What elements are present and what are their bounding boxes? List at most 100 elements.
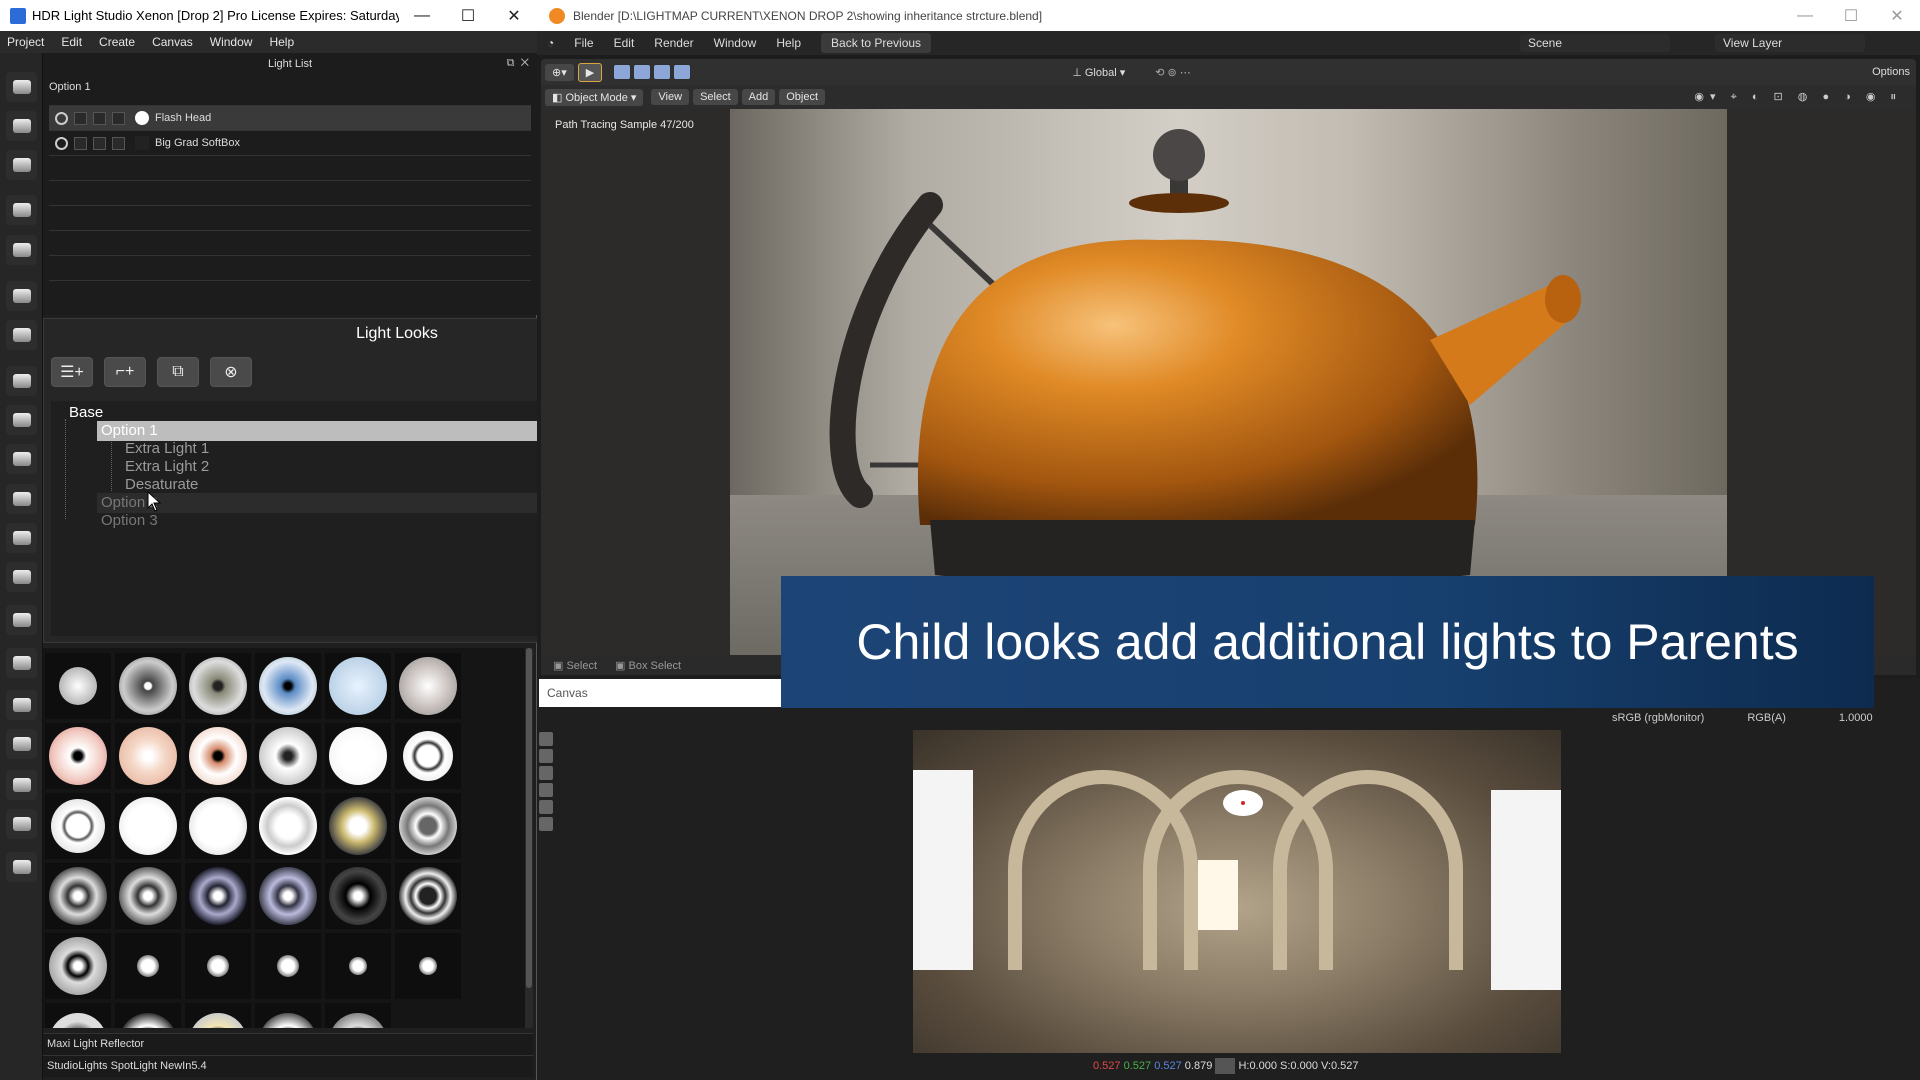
menu-file[interactable]: File	[564, 36, 603, 50]
menu-project[interactable]: Project	[0, 35, 54, 49]
solo-checkbox[interactable]	[74, 111, 87, 125]
light-spot-handle[interactable]	[1223, 790, 1263, 816]
hdri-canvas-image[interactable]	[913, 730, 1561, 1053]
menu-edit[interactable]: Edit	[54, 35, 92, 49]
preset-thumbnail[interactable]	[395, 793, 461, 859]
preset-thumbnail[interactable]	[255, 933, 321, 999]
menu-help[interactable]: Help	[766, 36, 811, 50]
preset-thumbnail[interactable]	[325, 1003, 391, 1028]
visibility-icon[interactable]	[55, 111, 68, 125]
hdr-icon[interactable]	[6, 770, 37, 800]
preset-thumbnail[interactable]	[395, 653, 461, 719]
close-icon[interactable]: ✕	[491, 0, 537, 31]
tree-node-option3[interactable]: Option 3	[97, 511, 158, 531]
maximize-icon[interactable]: ☐	[445, 0, 491, 31]
panel-controls[interactable]: ⧉ ✕	[507, 57, 529, 70]
preset-thumbnail[interactable]	[115, 863, 181, 929]
preset-thumbnail[interactable]	[325, 793, 391, 859]
select-mode-icon[interactable]	[654, 65, 671, 79]
preset-thumbnail[interactable]	[255, 723, 321, 789]
channels-dropdown[interactable]: RGB(A)	[1747, 712, 1786, 724]
preset-thumbnail[interactable]	[255, 863, 321, 929]
editor-type-button[interactable]: ⊕▾	[545, 63, 574, 81]
strip-icon[interactable]	[6, 444, 37, 474]
brush-icon[interactable]	[6, 690, 37, 720]
shading-mode-icons[interactable]: ◉▾ ⌖ ◐ ⊡ ◍ ● ◑ ◉ ⏸	[1694, 90, 1902, 104]
preset-thumbnail[interactable]	[45, 933, 111, 999]
delete-look-button[interactable]: ⊗	[210, 357, 252, 387]
view-menu[interactable]: View	[651, 89, 690, 105]
pointer-icon[interactable]	[6, 729, 37, 759]
paint-icon[interactable]	[6, 281, 37, 311]
menu-canvas[interactable]: Canvas	[145, 35, 203, 49]
rim-light-icon[interactable]	[6, 195, 37, 225]
add-child-look-button[interactable]: ⌐+	[104, 357, 146, 387]
preset-thumbnail[interactable]	[185, 1003, 251, 1028]
3d-viewport[interactable]: Path Tracing Sample 47/200	[541, 85, 1916, 655]
box-select-tool-label[interactable]: ▣ Box Select	[615, 659, 681, 672]
blender-logo-menu-icon[interactable]: ◔	[537, 36, 564, 50]
preset-thumbnail[interactable]	[45, 653, 111, 719]
options-menu[interactable]: Options	[1872, 66, 1910, 78]
preset-thumbnail[interactable]	[185, 863, 251, 929]
duplicate-look-button[interactable]: ⧉	[157, 357, 199, 387]
solo-checkbox[interactable]	[74, 136, 87, 150]
menu-create[interactable]: Create	[92, 35, 145, 49]
tree-node-extra-light-2[interactable]: Extra Light 2	[125, 457, 209, 477]
pattern-icon[interactable]	[6, 235, 37, 265]
gradient-icon[interactable]	[6, 366, 37, 396]
preset-thumbnail[interactable]	[185, 653, 251, 719]
select-menu[interactable]: Select	[693, 89, 738, 105]
lock-checkbox[interactable]	[93, 111, 106, 125]
maximize-icon[interactable]: ☐	[1828, 0, 1874, 31]
tree-node-extra-light-1[interactable]: Extra Light 1	[125, 439, 209, 459]
close-icon[interactable]: ✕	[1874, 0, 1920, 31]
preset-thumbnail[interactable]	[325, 933, 391, 999]
add-look-button[interactable]: ☰+	[51, 357, 93, 387]
lock-checkbox[interactable]	[93, 136, 106, 150]
preset-thumbnail[interactable]	[325, 723, 391, 789]
snap-icon[interactable]: ⟲ ⊚ ⋯	[1155, 66, 1191, 79]
help-icon[interactable]	[6, 852, 37, 882]
scene-selector[interactable]: Scene	[1520, 34, 1670, 52]
preset-thumbnail[interactable]	[255, 653, 321, 719]
view-layer-selector[interactable]: View Layer	[1715, 34, 1865, 52]
preset-thumbnail[interactable]	[45, 863, 111, 929]
back-to-previous-button[interactable]: Back to Previous	[821, 33, 932, 53]
object-menu[interactable]: Object	[779, 89, 826, 105]
menu-window[interactable]: Window	[704, 36, 767, 50]
colorspace-dropdown[interactable]: sRGB (rgbMonitor)	[1612, 712, 1704, 724]
zoom-icon[interactable]	[539, 783, 553, 797]
menu-window[interactable]: Window	[203, 35, 263, 49]
delete-icon[interactable]	[6, 605, 37, 635]
select-tool-button[interactable]: ▶	[577, 62, 603, 82]
preset-thumbnail[interactable]	[325, 653, 391, 719]
select-mode-icon[interactable]	[674, 65, 691, 79]
hdr-sync-icon[interactable]	[6, 809, 37, 839]
select-mode-icon[interactable]	[614, 65, 631, 79]
light-tool-icon[interactable]	[6, 111, 37, 141]
preset-thumbnail[interactable]	[185, 723, 251, 789]
visibility-icon[interactable]	[55, 136, 68, 150]
preset-thumbnail[interactable]	[185, 933, 251, 999]
preset-thumbnail[interactable]	[395, 863, 461, 929]
preset-thumbnail[interactable]	[45, 1003, 111, 1028]
light-row[interactable]: Big Grad SoftBox	[49, 131, 531, 156]
preset-thumbnail[interactable]	[395, 933, 461, 999]
light-tool-icon[interactable]	[6, 72, 37, 102]
gear-icon[interactable]	[6, 562, 37, 592]
object-mode-dropdown[interactable]: ◧ Object Mode ▾	[545, 88, 644, 106]
preset-thumbnail[interactable]	[325, 863, 391, 929]
minimize-icon[interactable]: —	[399, 0, 445, 31]
transform-orientation[interactable]: ⊥ Global ▾	[1072, 66, 1125, 79]
preset-thumbnail[interactable]	[395, 723, 461, 789]
mode-checkbox[interactable]	[112, 136, 125, 150]
menu-render[interactable]: Render	[644, 36, 703, 50]
preset-thumbnail[interactable]	[115, 1003, 181, 1028]
hand-icon[interactable]	[539, 766, 553, 780]
select-tool-label[interactable]: ▣ Select	[553, 659, 597, 672]
frame-icon[interactable]	[6, 648, 37, 678]
panel-icon[interactable]	[6, 484, 37, 514]
preset-thumbnail[interactable]	[45, 793, 111, 859]
frame-icon[interactable]	[539, 800, 553, 814]
